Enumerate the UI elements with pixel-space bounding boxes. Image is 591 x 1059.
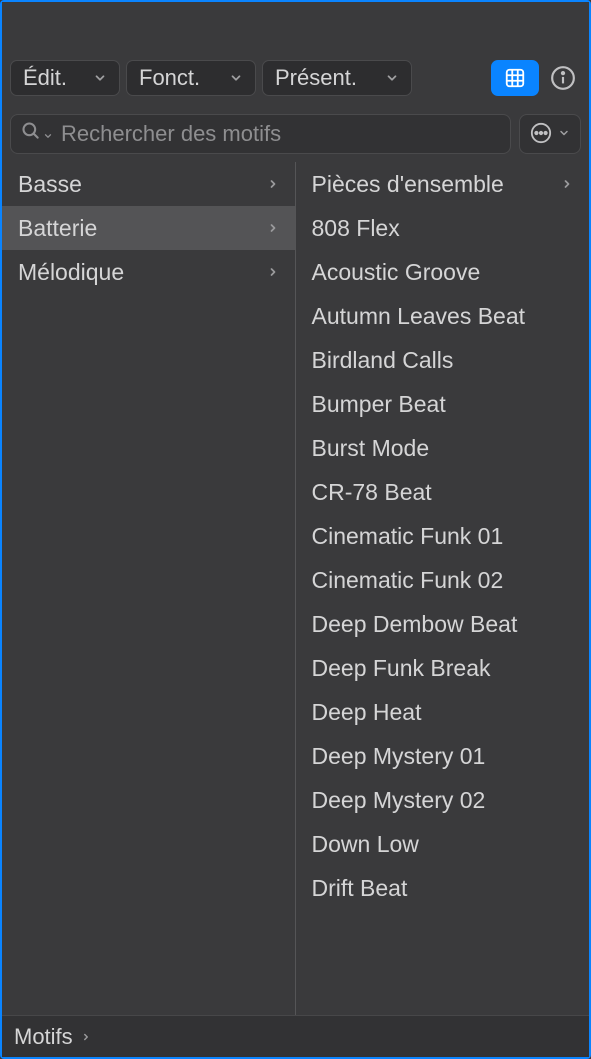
more-options-button[interactable] xyxy=(519,114,581,154)
ellipsis-icon xyxy=(530,122,552,147)
pattern-row[interactable]: Bumper Beat xyxy=(296,382,590,426)
pattern-row[interactable]: Autumn Leaves Beat xyxy=(296,294,590,338)
functions-menu[interactable]: Fonct. xyxy=(126,60,256,96)
pattern-row[interactable]: Deep Funk Break xyxy=(296,646,590,690)
category-row[interactable]: Basse xyxy=(2,162,295,206)
pattern-label: CR-78 Beat xyxy=(312,479,432,506)
pattern-label: Acoustic Groove xyxy=(312,259,481,286)
pattern-row[interactable]: Cinematic Funk 01 xyxy=(296,514,590,558)
pattern-label: Pièces d'ensemble xyxy=(312,171,504,198)
search-bar xyxy=(2,106,589,162)
chevron-right-icon xyxy=(267,263,279,281)
pattern-row[interactable]: Burst Mode xyxy=(296,426,590,470)
pattern-row[interactable]: Deep Mystery 01 xyxy=(296,734,590,778)
chevron-down-icon xyxy=(558,127,570,142)
pattern-label: Deep Heat xyxy=(312,699,422,726)
presets-menu[interactable]: Présent. xyxy=(262,60,412,96)
category-label: Basse xyxy=(18,171,82,198)
pattern-label: 808 Flex xyxy=(312,215,400,242)
search-icon xyxy=(21,121,41,147)
chevron-right-icon xyxy=(267,219,279,237)
chevron-down-icon xyxy=(229,71,243,85)
pattern-row[interactable]: Pièces d'ensemble xyxy=(296,162,590,206)
category-row[interactable]: Batterie xyxy=(2,206,295,250)
pattern-label: Autumn Leaves Beat xyxy=(312,303,526,330)
pattern-label: Bumper Beat xyxy=(312,391,446,418)
category-column: Basse Batterie Mélodique xyxy=(2,162,296,1015)
functions-menu-label: Fonct. xyxy=(139,65,200,91)
pattern-row[interactable]: Birdland Calls xyxy=(296,338,590,382)
chevron-right-icon xyxy=(81,1024,91,1050)
presets-menu-label: Présent. xyxy=(275,65,357,91)
search-field-container[interactable] xyxy=(10,114,511,154)
chevron-down-icon xyxy=(43,121,53,147)
chevron-right-icon xyxy=(561,175,573,193)
edit-menu[interactable]: Édit. xyxy=(10,60,120,96)
pattern-row[interactable]: Cinematic Funk 02 xyxy=(296,558,590,602)
pattern-label: Cinematic Funk 02 xyxy=(312,567,504,594)
pattern-row[interactable]: Drift Beat xyxy=(296,866,590,910)
breadcrumb: Motifs xyxy=(2,1015,589,1057)
chevron-down-icon xyxy=(93,71,107,85)
pattern-row[interactable]: Acoustic Groove xyxy=(296,250,590,294)
grid-view-button[interactable] xyxy=(491,60,539,96)
category-row[interactable]: Mélodique xyxy=(2,250,295,294)
breadcrumb-root[interactable]: Motifs xyxy=(14,1024,73,1050)
edit-menu-label: Édit. xyxy=(23,65,67,91)
pattern-label: Down Low xyxy=(312,831,419,858)
pattern-label: Deep Dembow Beat xyxy=(312,611,518,638)
items-column: Pièces d'ensemble 808 Flex Acoustic Groove… xyxy=(296,162,590,1015)
pattern-label: Cinematic Funk 01 xyxy=(312,523,504,550)
pattern-label: Burst Mode xyxy=(312,435,430,462)
category-label: Batterie xyxy=(18,215,97,242)
pattern-label: Deep Funk Break xyxy=(312,655,491,682)
category-label: Mélodique xyxy=(18,259,124,286)
pattern-label: Deep Mystery 01 xyxy=(312,743,486,770)
pattern-row[interactable]: Deep Heat xyxy=(296,690,590,734)
chevron-right-icon xyxy=(267,175,279,193)
column-browser: Basse Batterie Mélodique Pièces d'ensemble… xyxy=(2,162,589,1015)
pattern-label: Drift Beat xyxy=(312,875,408,902)
toolbar: Édit. Fonct. Présent. xyxy=(2,50,589,106)
pattern-row[interactable]: Down Low xyxy=(296,822,590,866)
pattern-row[interactable]: Deep Mystery 02 xyxy=(296,778,590,822)
pattern-browser: Édit. Fonct. Présent. xyxy=(2,2,589,1057)
pattern-row[interactable]: CR-78 Beat xyxy=(296,470,590,514)
pattern-label: Deep Mystery 02 xyxy=(312,787,486,814)
chevron-down-icon xyxy=(385,71,399,85)
pattern-row[interactable]: Deep Dembow Beat xyxy=(296,602,590,646)
info-button[interactable] xyxy=(545,60,581,96)
pattern-label: Birdland Calls xyxy=(312,347,454,374)
search-input[interactable] xyxy=(61,121,500,147)
pattern-row[interactable]: 808 Flex xyxy=(296,206,590,250)
